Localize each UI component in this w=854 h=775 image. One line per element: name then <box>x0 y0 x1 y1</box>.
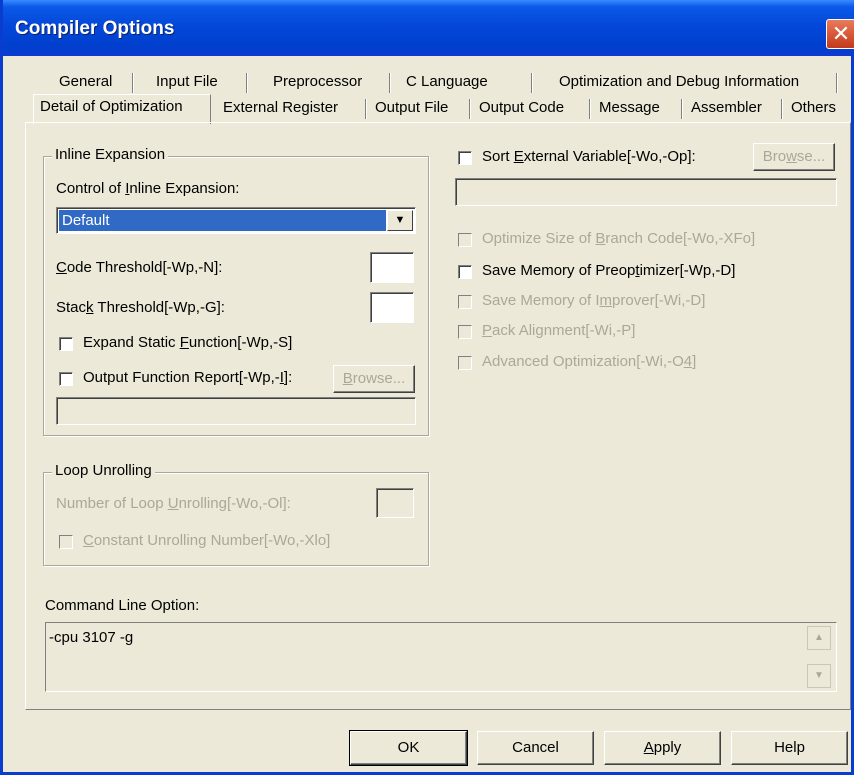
tab-message[interactable]: Message <box>591 96 683 122</box>
output-report-checkbox[interactable] <box>59 372 73 386</box>
inline-expansion-label: Inline Expansion <box>52 146 169 163</box>
advanced-optimization-checkbox[interactable] <box>458 356 472 370</box>
output-report-path-field[interactable] <box>56 397 416 425</box>
chevron-down-icon[interactable]: ▼ <box>387 210 413 231</box>
sort-external-browse-button[interactable]: Browse... <box>753 143 835 171</box>
loop-unrolling-group <box>43 472 429 566</box>
apply-button[interactable]: Apply <box>604 731 721 765</box>
scroll-down-arrow-icon[interactable]: ▼ <box>807 664 831 688</box>
advanced-optimization-label: Advanced Optimization[-Wi,-O4] <box>482 353 697 370</box>
sort-external-path-field[interactable] <box>455 178 837 206</box>
close-button[interactable]: ✕ <box>826 19 854 49</box>
loop-unrolling-number-input[interactable] <box>376 488 414 518</box>
close-icon: ✕ <box>831 21 851 46</box>
stack-threshold-input[interactable] <box>370 292 414 323</box>
title-bar: Compiler Options ✕ <box>3 0 854 56</box>
code-threshold-label: Code Threshold[-Wp,-N]: <box>56 259 223 276</box>
optimize-branch-checkbox[interactable] <box>458 233 472 247</box>
tab-general[interactable]: General <box>39 70 134 96</box>
help-button[interactable]: Help <box>731 731 848 765</box>
output-report-browse-button[interactable]: Browse... <box>333 365 415 393</box>
sort-external-checkbox[interactable] <box>458 151 472 165</box>
cancel-button[interactable]: Cancel <box>477 731 594 765</box>
constant-unrolling-label: Constant Unrolling Number[-Wo,-Xlo] <box>83 532 331 549</box>
save-improver-checkbox[interactable] <box>458 295 472 309</box>
inline-expansion-select[interactable]: Default ▼ <box>56 207 416 234</box>
tab-output-file[interactable]: Output File <box>367 96 471 122</box>
tab-preprocessor[interactable]: Preprocessor <box>248 70 391 96</box>
command-line-textarea[interactable]: -cpu 3107 -g <box>45 622 837 692</box>
scroll-up-arrow-icon[interactable]: ▲ <box>807 626 831 650</box>
pack-alignment-label: Pack Alignment[-Wi,-P] <box>482 322 636 339</box>
save-preoptimizer-checkbox[interactable] <box>458 265 472 279</box>
tab-external-register[interactable]: External Register <box>215 96 367 122</box>
inline-expansion-select-value: Default <box>58 209 387 232</box>
tab-assembler[interactable]: Assembler <box>683 96 783 122</box>
optimize-branch-label: Optimize Size of Branch Code[-Wo,-XFo] <box>482 230 756 247</box>
save-preoptimizer-label: Save Memory of Preoptimizer[-Wp,-D] <box>482 262 736 279</box>
tab-detail-of-optimization[interactable]: Detail of Optimization <box>33 94 211 124</box>
tab-output-code[interactable]: Output Code <box>471 96 591 122</box>
expand-static-label: Expand Static Function[-Wp,-S] <box>83 334 293 351</box>
stack-threshold-label: Stack Threshold[-Wp,-G]: <box>56 299 225 316</box>
ok-button[interactable]: OK <box>349 730 468 766</box>
expand-static-checkbox[interactable] <box>59 337 73 351</box>
compiler-options-dialog: Compiler Options ✕ General Input File Pr… <box>0 0 854 775</box>
command-line-label: Command Line Option: <box>45 597 200 614</box>
tab-c-language[interactable]: C Language <box>391 70 533 96</box>
code-threshold-input[interactable] <box>370 252 414 283</box>
sort-external-label: Sort External Variable[-Wo,-Op]: <box>482 148 696 165</box>
constant-unrolling-checkbox[interactable] <box>59 535 73 549</box>
save-improver-label: Save Memory of Improver[-Wi,-D] <box>482 292 706 309</box>
tab-optimization-debug[interactable]: Optimization and Debug Information <box>533 70 838 96</box>
tab-input-file[interactable]: Input File <box>134 70 248 96</box>
pack-alignment-checkbox[interactable] <box>458 325 472 339</box>
control-inline-label: Control of Inline Expansion: <box>56 180 240 197</box>
tab-others[interactable]: Others <box>783 96 849 122</box>
output-report-label: Output Function Report[-Wp,-I]: <box>83 369 293 386</box>
loop-unrolling-number-label: Number of Loop Unrolling[-Wo,-Ol]: <box>56 495 291 512</box>
window-title: Compiler Options <box>15 18 175 39</box>
loop-unrolling-label: Loop Unrolling <box>52 462 155 479</box>
command-line-value: -cpu 3107 -g <box>49 629 134 646</box>
